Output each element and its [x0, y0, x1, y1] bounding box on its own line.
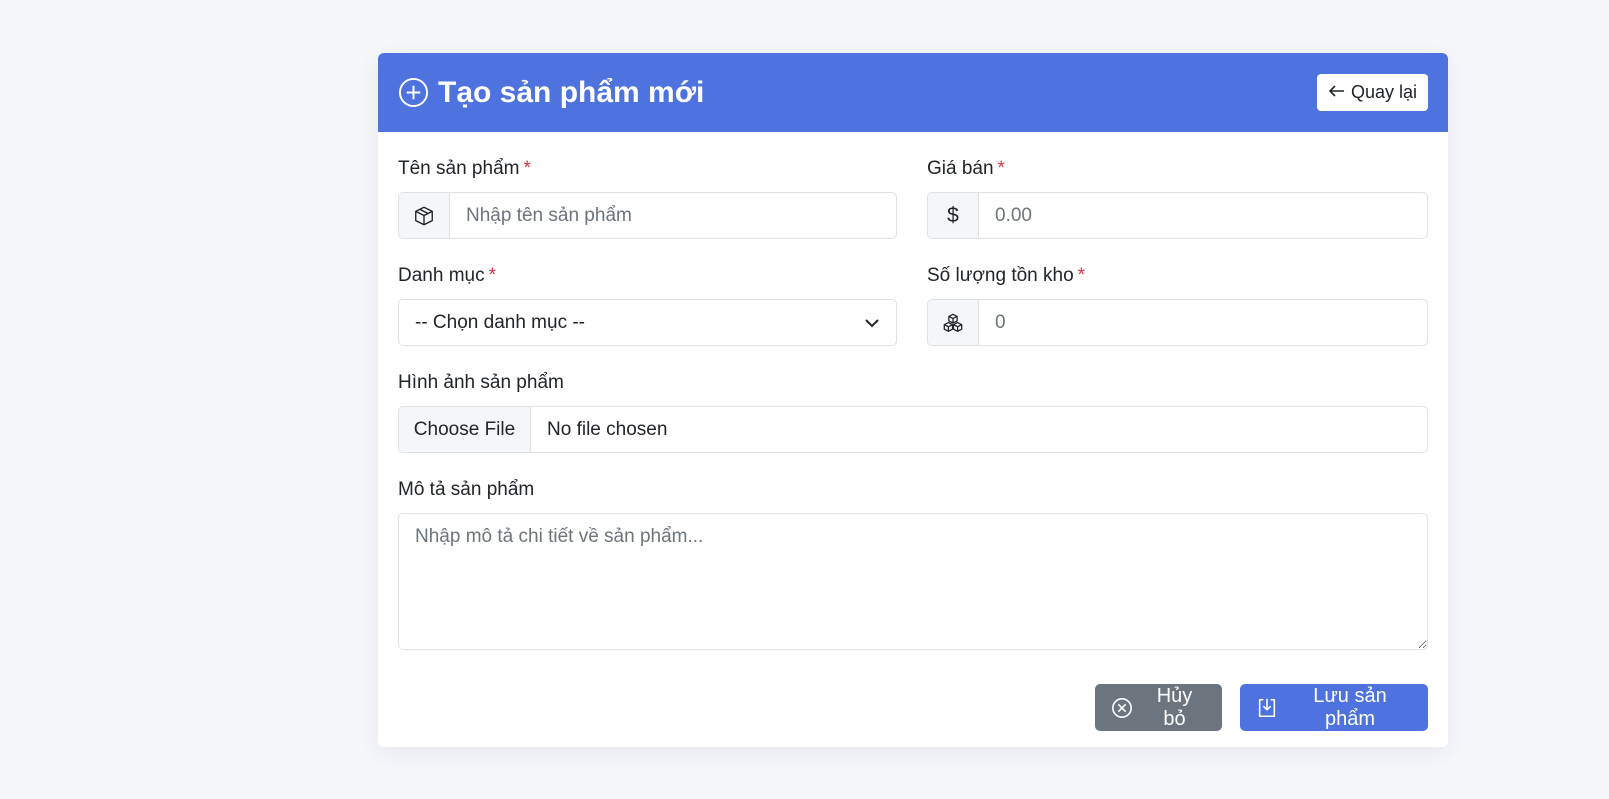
back-button[interactable]: Quay lại: [1316, 74, 1428, 111]
category-field: Danh mục * -- Chọn danh mục --: [398, 264, 897, 346]
stock-input[interactable]: [979, 300, 1427, 345]
price-field: Giá bán * $: [927, 157, 1428, 239]
product-name-input-group: [398, 192, 897, 239]
category-selected-value: -- Chọn danh mục --: [415, 311, 586, 333]
price-input-group: $: [927, 192, 1428, 239]
description-textarea[interactable]: [398, 513, 1428, 650]
price-input[interactable]: [979, 193, 1427, 238]
boxes-icon: [928, 300, 979, 345]
stock-field: Số lượng tồn kho *: [927, 264, 1428, 346]
image-file-input: Choose File No file chosen: [398, 406, 1428, 453]
save-icon: [1256, 697, 1278, 719]
back-button-label: Quay lại: [1350, 82, 1417, 102]
save-button[interactable]: Lưu sản phẩm: [1240, 684, 1428, 731]
page-title: Tạo sản phẩm mới: [398, 76, 704, 110]
price-label-text: Giá bán: [927, 158, 994, 179]
product-name-input[interactable]: [450, 193, 896, 238]
box-icon: [399, 193, 450, 238]
required-mark: *: [523, 158, 531, 179]
category-select[interactable]: -- Chọn danh mục --: [398, 299, 897, 346]
product-name-label-text: Tên sản phẩm: [398, 158, 520, 179]
create-product-card: Tạo sản phẩm mới Quay lại Tên sản phẩm*: [378, 53, 1448, 747]
image-label: Hình ảnh sản phẩm: [398, 372, 564, 393]
product-name-field: Tên sản phẩm *: [398, 157, 897, 239]
cancel-button-label: Hủy bỏ: [1156, 684, 1193, 730]
currency-addon: $: [928, 193, 979, 238]
required-mark: *: [1077, 265, 1086, 286]
card-header: Tạo sản phẩm mới Quay lại: [378, 53, 1448, 132]
file-status: No file chosen: [547, 418, 668, 440]
choose-file-button[interactable]: Choose File: [399, 407, 531, 452]
page-title-text: Tạo sản phẩm mới: [438, 75, 705, 109]
chevron-down-icon: [864, 312, 880, 334]
required-mark: *: [997, 158, 1005, 179]
form-actions: Hủy bỏ Lưu sản phẩm: [378, 684, 1448, 731]
product-name-label: Tên sản phẩm *: [398, 157, 897, 181]
save-button-label: Lưu sản phẩm: [1313, 684, 1387, 730]
price-label: Giá bán *: [927, 157, 1428, 181]
description-field: Mô tả sản phẩm: [398, 478, 1428, 650]
stock-input-group: [927, 299, 1428, 346]
description-label: Mô tả sản phẩm: [398, 479, 535, 500]
cancel-button[interactable]: Hủy bỏ: [1095, 684, 1222, 731]
category-label: Danh mục *: [398, 264, 897, 288]
stock-label-text: Số lượng tồn kho: [927, 265, 1074, 286]
required-mark: *: [488, 265, 497, 286]
category-label-text: Danh mục: [398, 265, 485, 286]
arrow-left-icon: [1328, 82, 1345, 103]
stock-label: Số lượng tồn kho *: [927, 264, 1428, 288]
image-field: Hình ảnh sản phẩm Choose File No file ch…: [398, 371, 1428, 453]
plus-circle-icon: [398, 77, 429, 108]
x-circle-icon: [1111, 697, 1133, 719]
